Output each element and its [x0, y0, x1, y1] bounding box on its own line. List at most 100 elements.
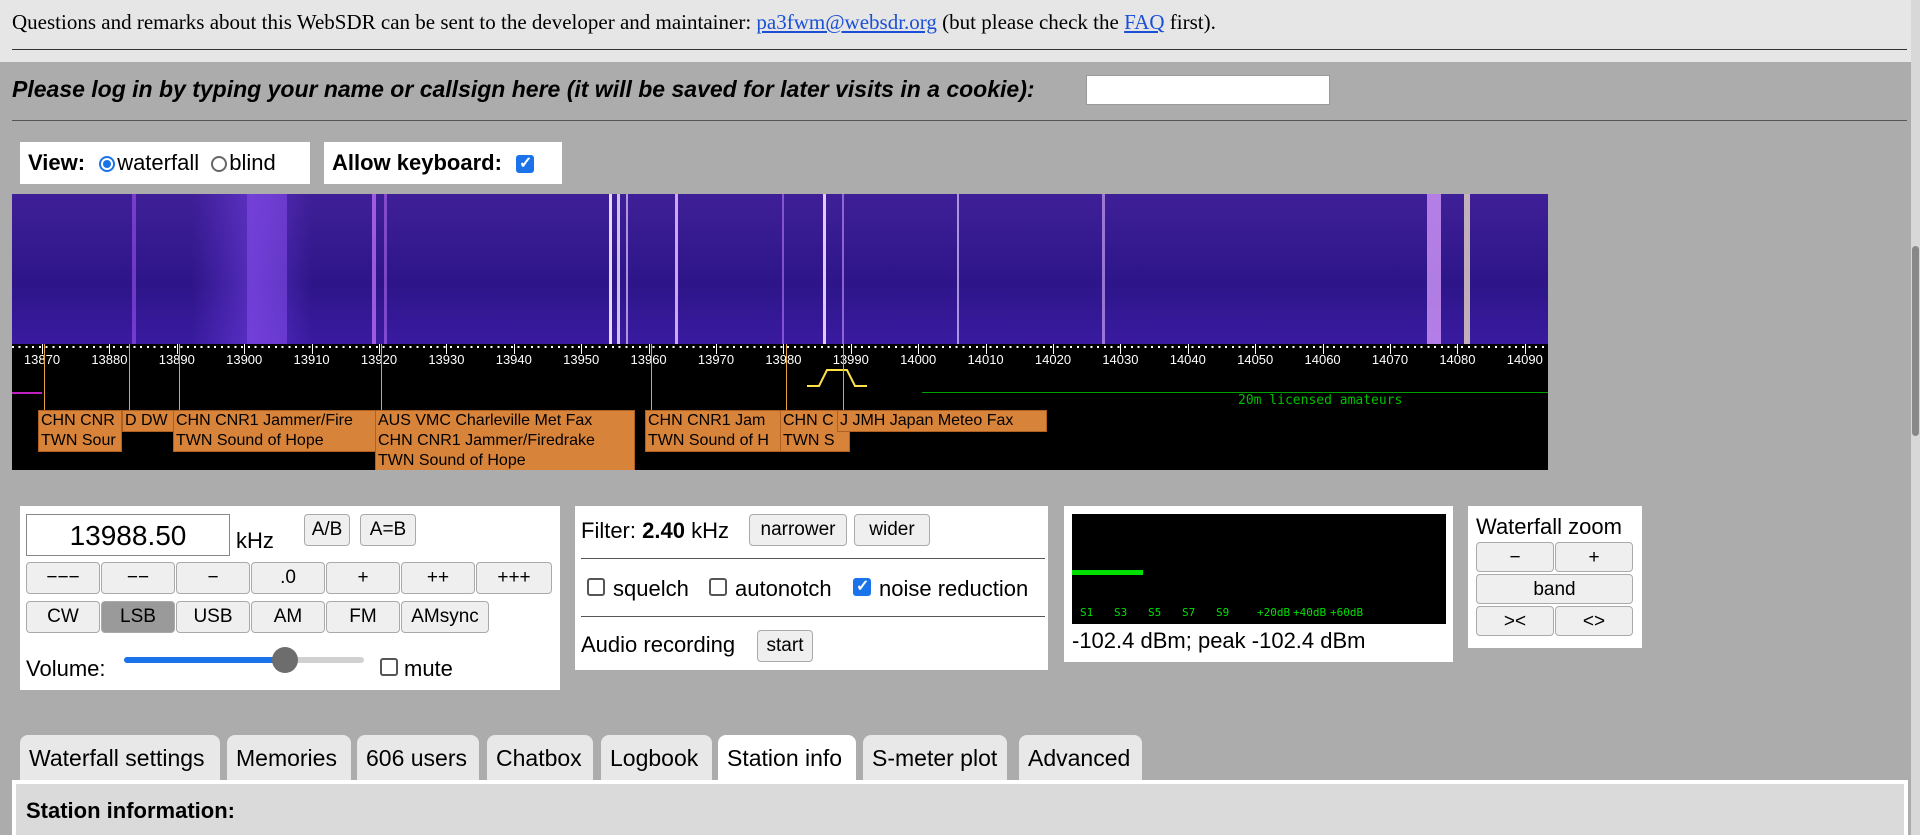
tick-label: 13890	[158, 352, 195, 367]
frequency-unit: kHz	[236, 528, 274, 553]
tab-logbook[interactable]: Logbook	[601, 735, 712, 780]
tick-label: 13950	[563, 352, 600, 367]
record-start-button[interactable]: start	[757, 630, 813, 662]
tick-label: 13940	[495, 352, 532, 367]
station-line: TWN Sour	[41, 432, 116, 449]
header-bar: Questions and remarks about this WebSDR …	[0, 0, 1920, 62]
contact-suffix: first).	[1164, 10, 1216, 34]
filter-label: Filter:	[581, 518, 636, 543]
waterfall-radio[interactable]	[99, 156, 116, 172]
divider	[12, 49, 1907, 50]
waterfall-display[interactable]	[12, 194, 1548, 344]
frequency-scale[interactable]: 13870 13880 13890 13900 13910 13920 13930 13940…	[12, 344, 1548, 470]
email-link[interactable]: pa3fwm@websdr.org	[756, 10, 937, 34]
frequency-input[interactable]: 13988.50	[26, 514, 230, 556]
volume-slider[interactable]	[124, 647, 364, 673]
callsign-input[interactable]	[1086, 75, 1330, 105]
mode-am-button[interactable]: AM	[251, 601, 325, 633]
mute-label: mute	[404, 656, 453, 681]
zoom-panel: Waterfall zoom − + band >< <>	[1468, 506, 1642, 648]
view-label: View:	[28, 150, 86, 175]
waterfall-label: waterfall	[117, 150, 200, 175]
station-line: CHN CNR	[41, 412, 115, 429]
station-line: J JMH Japan Meteo Fax	[840, 412, 1014, 429]
station-label[interactable]: AUS VMC Charleville Met Fax CHN CNR1 Jam…	[375, 410, 635, 470]
station-label[interactable]: CHN CNR1 Jammer/Fire TWN Sound of Hope	[173, 410, 384, 452]
station-label[interactable]: CHN CNR TWN Sour	[38, 410, 122, 452]
filter-unit: kHz	[691, 518, 729, 543]
volume-label: Volume:	[26, 656, 106, 681]
tick-label: 14080	[1439, 352, 1476, 367]
station-marker	[381, 344, 382, 410]
tab-users[interactable]: 606 users	[357, 735, 479, 780]
s-meter-scale-label: S1	[1080, 606, 1094, 619]
zoom-full-in-button[interactable]: <>	[1555, 606, 1633, 636]
tab-advanced[interactable]: Advanced	[1019, 735, 1142, 780]
tick-label: 14070	[1371, 352, 1409, 367]
tab-chatbox[interactable]: Chatbox	[487, 735, 593, 780]
station-label[interactable]: J JMH Japan Meteo Fax	[837, 410, 1047, 432]
station-marker	[786, 344, 787, 410]
mode-amsync-button[interactable]: AMsync	[401, 601, 489, 633]
station-marker	[44, 344, 45, 410]
tick-label: 14060	[1304, 352, 1341, 367]
mode-usb-button[interactable]: USB	[176, 601, 250, 633]
noise-reduction-label: noise reduction	[879, 576, 1029, 601]
step-up-2-button[interactable]: ++	[401, 562, 475, 594]
mode-lsb-button[interactable]: LSB	[101, 601, 175, 633]
zoom-in-button[interactable]: +	[1555, 542, 1633, 572]
tick-label: 14030	[1102, 352, 1139, 367]
autonotch-checkbox[interactable]	[709, 578, 727, 596]
step-down-3-button[interactable]: −−−	[26, 562, 100, 594]
zoom-title: Waterfall zoom	[1476, 514, 1622, 539]
view-selector: View: waterfall blind	[20, 142, 310, 184]
tab-station-info[interactable]: Station info	[718, 735, 856, 780]
s-meter-scale-label: S3	[1114, 606, 1128, 619]
mode-fm-button[interactable]: FM	[326, 601, 400, 633]
a-equals-b-button[interactable]: A=B	[360, 514, 416, 546]
ab-button[interactable]: A/B	[304, 514, 350, 546]
tick-label: 13980	[765, 352, 802, 367]
passband-indicator[interactable]	[807, 368, 877, 388]
tick-label: 14090	[1506, 352, 1543, 367]
tab-content: Station information:	[12, 780, 1908, 835]
tab-waterfall-settings[interactable]: Waterfall settings	[20, 735, 220, 780]
station-info-panel: Station information:	[16, 784, 1904, 835]
step-up-1-button[interactable]: +	[326, 562, 400, 594]
faq-link[interactable]: FAQ	[1124, 10, 1164, 34]
step-down-2-button[interactable]: −−	[101, 562, 175, 594]
keyboard-toggle: Allow keyboard:	[324, 142, 562, 184]
step-down-1-button[interactable]: −	[176, 562, 250, 594]
mode-cw-button[interactable]: CW	[26, 601, 100, 633]
keyboard-checkbox[interactable]	[516, 153, 535, 173]
tick-strip	[12, 346, 1548, 348]
blind-radio[interactable]	[211, 156, 228, 172]
tick-label: 13910	[293, 352, 330, 367]
squelch-checkbox[interactable]	[587, 578, 605, 596]
zoom-out-button[interactable]: −	[1476, 542, 1554, 572]
wider-button[interactable]: wider	[854, 514, 930, 546]
station-label[interactable]: CHN CNR1 Jam TWN Sound of H	[645, 410, 792, 452]
tick-label: 13870	[23, 352, 61, 367]
tuning-panel: 13988.50 kHz A/B A=B −−− −− − .0 + ++ ++…	[20, 506, 560, 690]
mute-checkbox[interactable]	[380, 658, 398, 676]
zoom-band-button[interactable]: band	[1476, 574, 1633, 604]
tick-label: 13930	[428, 352, 465, 367]
zoom-full-out-button[interactable]: ><	[1476, 606, 1554, 636]
tab-s-meter-plot[interactable]: S-meter plot	[863, 735, 1007, 780]
divider	[12, 120, 1907, 121]
volume-handle[interactable]	[271, 647, 298, 673]
squelch-label: squelch	[613, 576, 689, 601]
tick-label: 14010	[967, 352, 1004, 367]
round-button[interactable]: .0	[251, 562, 325, 594]
step-up-3-button[interactable]: +++	[476, 562, 552, 594]
blind-label: blind	[229, 150, 276, 175]
scrollbar-thumb[interactable]	[1912, 246, 1919, 436]
noise-reduction-checkbox[interactable]	[853, 576, 871, 596]
tick-label: 14040	[1169, 352, 1206, 367]
narrower-button[interactable]: narrower	[749, 514, 847, 546]
s-meter-scale-label: +40dB	[1293, 606, 1327, 619]
tab-memories[interactable]: Memories	[227, 735, 351, 780]
tick-label: 13920	[360, 352, 398, 367]
page-scrollbar[interactable]	[1911, 0, 1920, 835]
